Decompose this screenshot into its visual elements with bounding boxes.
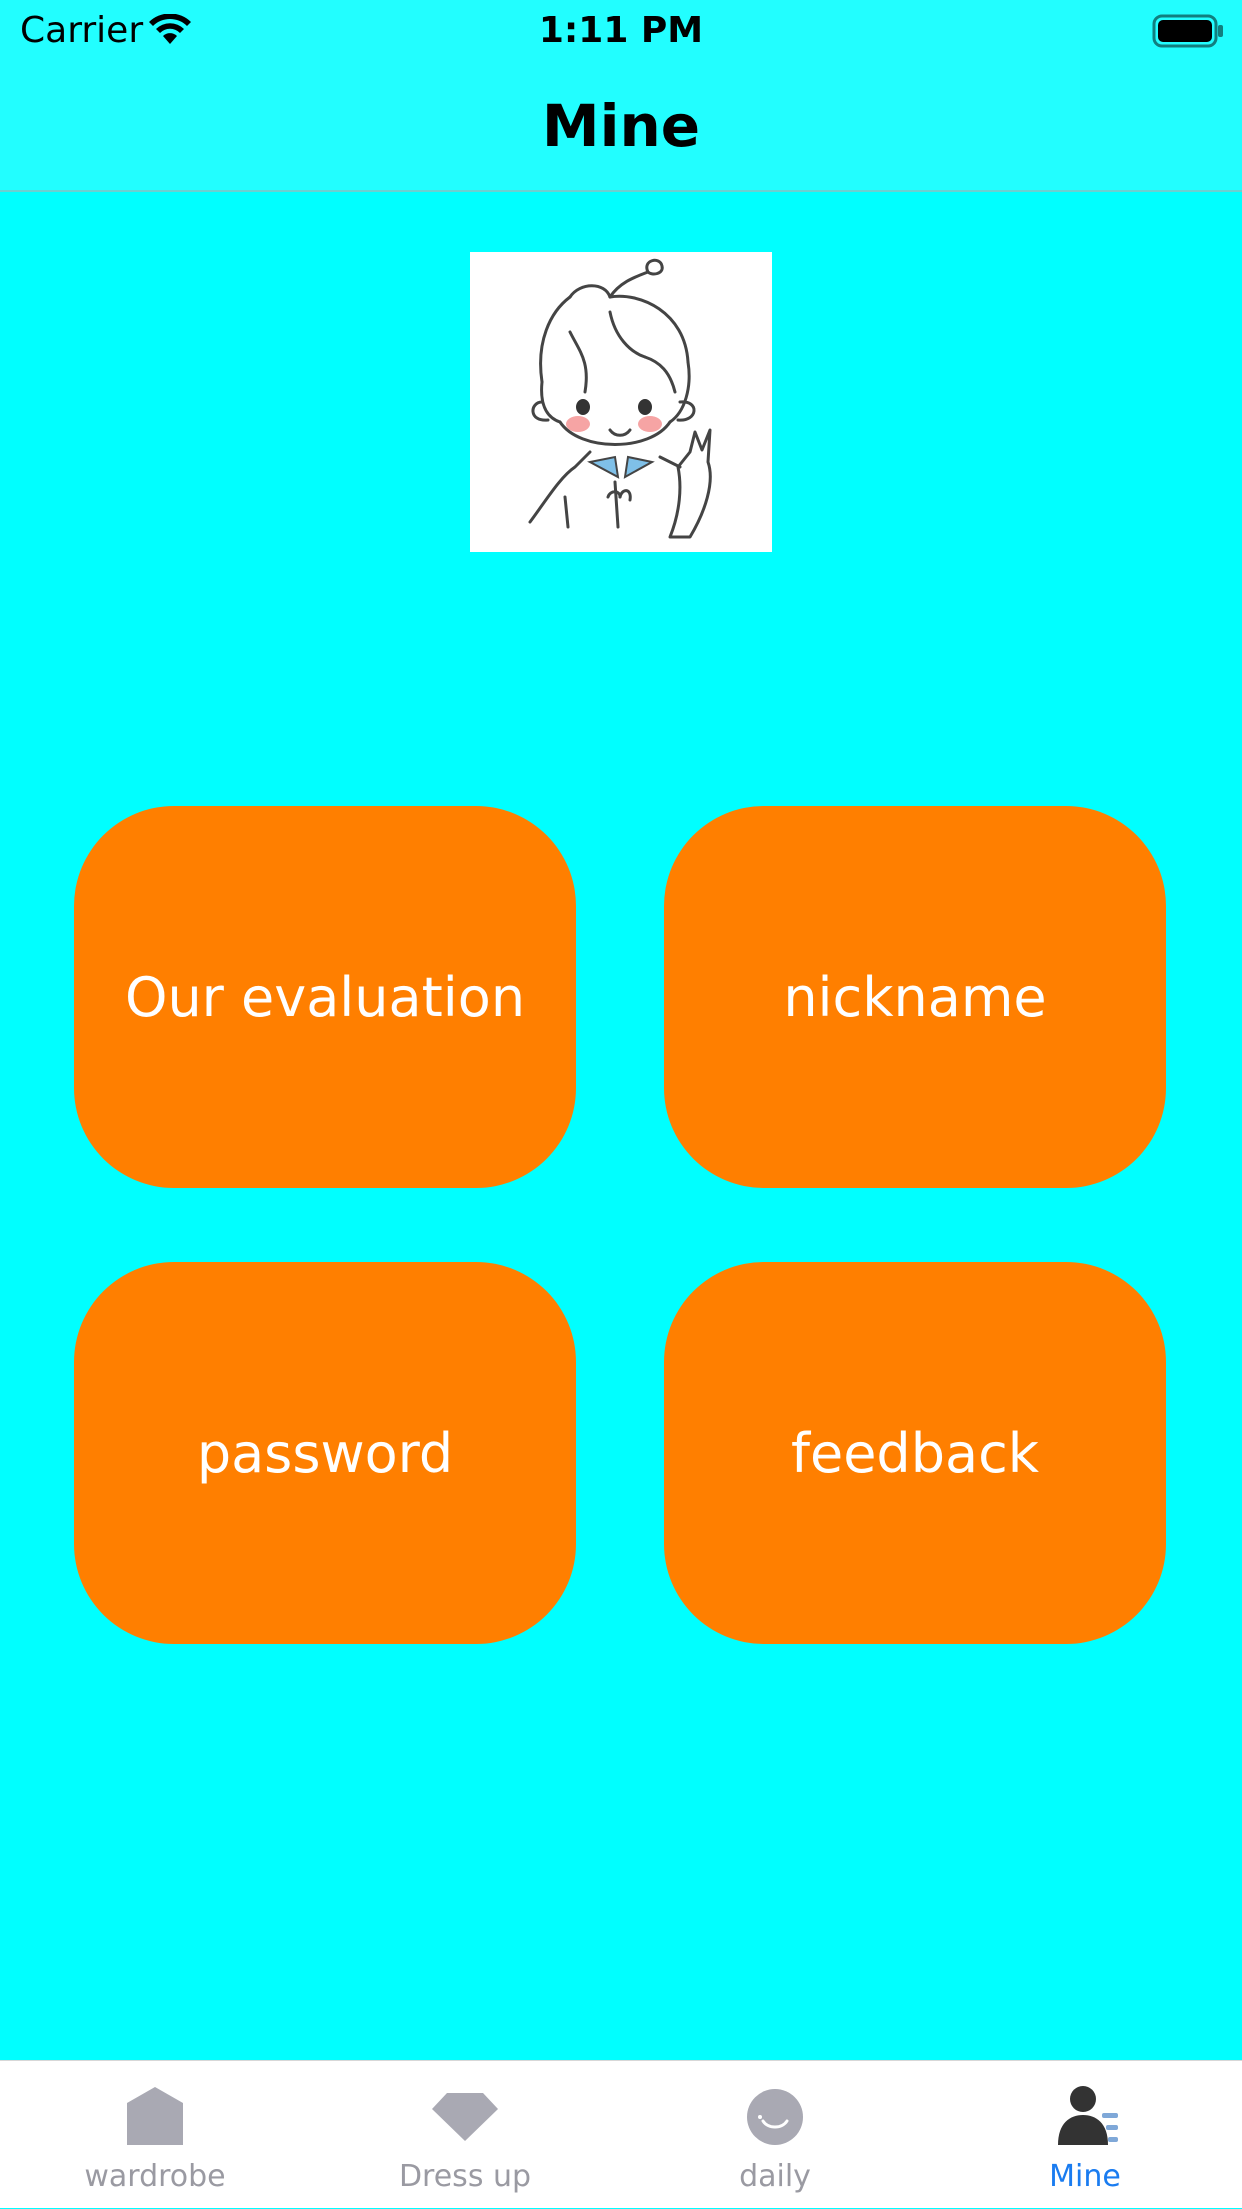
smile-icon [620, 2083, 930, 2149]
feedback-button[interactable]: feedback [664, 1262, 1166, 1644]
person-icon [930, 2083, 1240, 2149]
tab-label-mine: Mine [1049, 2159, 1121, 2194]
our-evaluation-button[interactable]: Our evaluation [74, 806, 576, 1188]
tab-daily[interactable]: daily [620, 2061, 930, 2209]
diamond-icon [310, 2083, 620, 2149]
password-button[interactable]: password [74, 1262, 576, 1644]
tab-label-dress-up: Dress up [398, 2159, 532, 2194]
password-label: password [196, 1421, 454, 1485]
tab-dress-up[interactable]: Dress up [310, 2061, 620, 2209]
nickname-button[interactable]: nickname [664, 806, 1166, 1188]
top-bar: Carrier 1:11 PM Mine [0, 0, 1242, 192]
tab-label-wardrobe: wardrobe [84, 2159, 226, 2194]
status-bar: Carrier 1:11 PM [0, 0, 1242, 62]
avatar[interactable] [470, 252, 772, 552]
avatar-illustration-icon [528, 258, 712, 539]
tab-label-daily: daily [739, 2159, 811, 2194]
our-evaluation-label: Our evaluation [124, 965, 526, 1029]
tab-wardrobe[interactable]: wardrobe [0, 2061, 310, 2209]
feedback-label: feedback [790, 1421, 1040, 1485]
nickname-label: nickname [783, 965, 1047, 1029]
tab-mine[interactable]: Mine [930, 2061, 1240, 2209]
clock-time: 1:11 PM [538, 10, 704, 51]
page-title: Mine [541, 92, 701, 160]
battery-icon [1152, 14, 1226, 57]
tab-bar: wardrobe Dress up daily Mine [0, 2060, 1242, 2208]
house-icon [0, 2083, 310, 2149]
